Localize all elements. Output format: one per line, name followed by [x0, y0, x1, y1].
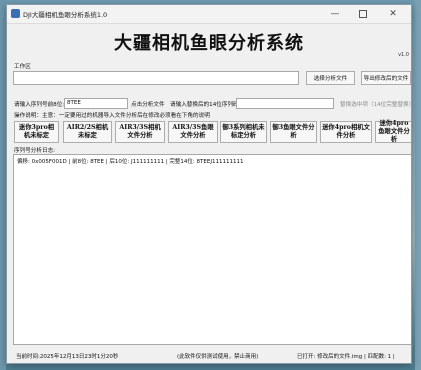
air2-uncalibrated-button[interactable]: AIR2/2S相机未标定: [63, 121, 112, 143]
log-label: 序列号分析日志:: [14, 148, 56, 154]
instructions-text: 操作说明：主意：一定要用过的机器导入文件分析后在修改必须看在下角的说明: [14, 113, 210, 119]
page-title: 大疆相机鱼眼分析系统: [114, 33, 304, 54]
title-bar[interactable]: DJI大疆相机鱼眼分析系统1.0 — ✕: [7, 5, 411, 24]
serial-prefix-label: 请输入序列号前8位:: [14, 102, 65, 108]
close-button[interactable]: ✕: [379, 5, 407, 23]
maximize-button[interactable]: [349, 5, 377, 23]
serial-prefix-input[interactable]: 8TEE: [64, 98, 128, 109]
mini4pro-camera-analysis-button[interactable]: 迷你4pro相机文件分析: [320, 121, 372, 143]
export-file-button[interactable]: 导出修改后的文件: [361, 71, 411, 85]
log-line: 偏移: 0x005F001D | 前8位: 8TEE | 后10位: J1111…: [17, 159, 244, 165]
replace-serial-input[interactable]: [236, 98, 334, 109]
status-bar: 当前时间:2025年12月13日23时1分20秒 (此软件仅供测试使用，禁止商用…: [7, 349, 411, 363]
mavic3-fisheye-analysis-button[interactable]: 御3鱼眼文件分析: [270, 121, 317, 143]
replace-selected-button[interactable]: 替换选中项（14位完整替换）: [340, 100, 411, 108]
window-title: DJI大疆相机鱼眼分析系统1.0: [23, 11, 108, 19]
air3-camera-analysis-button[interactable]: AIR3/3S相机文件分析: [115, 121, 165, 143]
air3-fisheye-analysis-button[interactable]: AIR3/3S鱼眼文件分析: [168, 121, 218, 143]
workdir-label: 工作区: [14, 64, 31, 70]
mavic3-uncalibrated-button[interactable]: 御3系列相机未标定分析: [220, 121, 267, 143]
workdir-input[interactable]: [13, 71, 299, 85]
status-opened-file: 已打开: 修改后的文件.img | 匹配数: 1 |: [297, 354, 395, 360]
maximize-icon: [359, 9, 367, 18]
status-notice: (此软件仅供测试使用，禁止商用): [177, 354, 259, 360]
minimize-button[interactable]: —: [321, 5, 349, 23]
replace-serial-label: 请输入替换后的14位序列码:: [170, 102, 241, 108]
app-window: DJI大疆相机鱼眼分析系统1.0 — ✕ 大疆相机鱼眼分析系统 v1.0 工作区…: [6, 4, 412, 364]
mini4pro-fisheye-analysis-button[interactable]: 迷你4pro鱼眼文件分析: [375, 120, 411, 143]
select-file-button[interactable]: 选择分析文件: [306, 71, 355, 85]
desktop-background-right: [415, 0, 421, 370]
mini3pro-uncalibrated-button[interactable]: 迷你3pro相机未标定: [14, 121, 59, 143]
version-label: v1.0: [398, 52, 409, 58]
analyze-file-label[interactable]: 点击分析文件: [131, 100, 165, 108]
app-icon: [11, 9, 20, 18]
log-textarea[interactable]: 偏移: 0x005F001D | 前8位: 8TEE | 后10位: J1111…: [13, 154, 411, 345]
status-time: 当前时间:2025年12月13日23时1分20秒: [16, 354, 119, 360]
